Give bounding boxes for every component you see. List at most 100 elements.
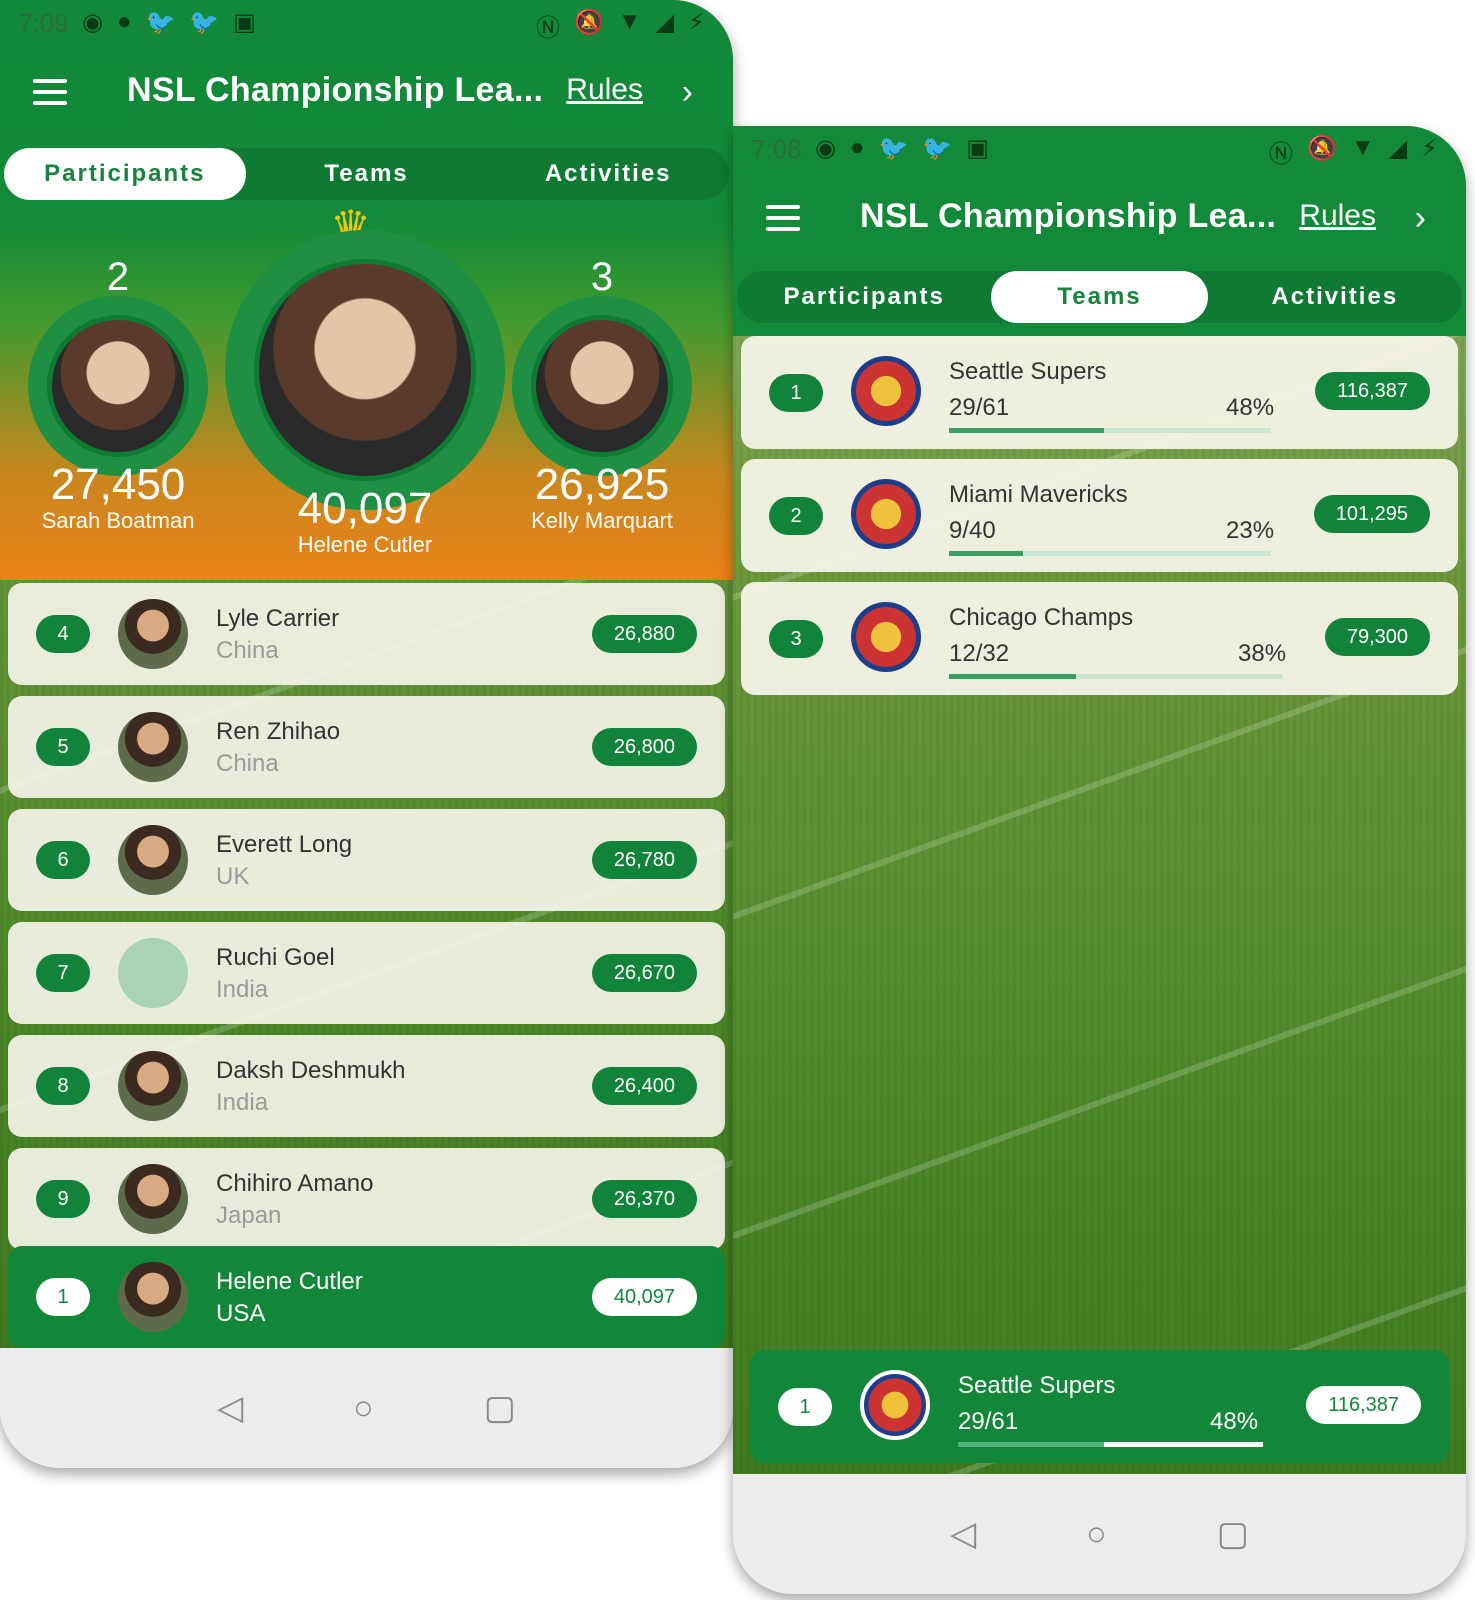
participant-country: UK: [216, 863, 250, 890]
rules-link[interactable]: Rules: [1299, 199, 1376, 233]
rules-link[interactable]: Rules: [566, 73, 643, 107]
list-item[interactable]: 7 Ruchi Goel India 26,670: [8, 922, 725, 1024]
tab-bar: Participants Teams Activities: [4, 148, 729, 200]
recents-icon[interactable]: ▢: [1217, 1514, 1249, 1554]
media-icon: ◉: [82, 9, 103, 36]
tab-activities[interactable]: Activities: [1208, 271, 1462, 323]
avatar: [118, 1164, 188, 1234]
podium-second[interactable]: 2 27,450 Sarah Boatman: [28, 255, 208, 534]
battery-icon: ⚡: [1421, 135, 1438, 162]
tab-teams[interactable]: Teams: [246, 148, 488, 200]
nfc-icon: Ⓝ: [1269, 141, 1294, 168]
tab-participants[interactable]: Participants: [4, 148, 246, 200]
signal-icon: ◢: [655, 9, 675, 36]
chevron-right-icon[interactable]: ›: [682, 73, 693, 112]
team-row[interactable]: 3 Chicago Champs 12/32 38% 79,300: [741, 582, 1458, 695]
score-badge: 116,387: [1306, 1386, 1421, 1424]
podium-rank: 3: [590, 255, 614, 299]
system-icons: Ⓝ 🔕 ▼ ◢ ⚡: [536, 8, 705, 43]
battery-icon: ⚡: [688, 9, 705, 36]
team-progress-bar: [949, 428, 1271, 433]
participant-country: India: [216, 976, 269, 1003]
avatar: [531, 315, 673, 457]
participant-name: Ruchi Goel: [216, 944, 335, 971]
team-logo-icon: [860, 1370, 930, 1440]
back-icon[interactable]: ◁: [217, 1388, 243, 1428]
back-icon[interactable]: ◁: [950, 1514, 976, 1554]
rank-badge: 5: [36, 728, 90, 766]
score-badge: 26,780: [591, 841, 697, 879]
rank-badge: 1: [769, 374, 823, 412]
menu-icon[interactable]: [33, 79, 67, 105]
rank-badge: 4: [36, 615, 90, 653]
tab-participants[interactable]: Participants: [737, 271, 991, 323]
score-badge: 26,370: [591, 1180, 697, 1218]
avatar: [118, 1051, 188, 1121]
podium-third[interactable]: 3 26,925 Kelly Marquart: [512, 255, 692, 534]
avatar: [47, 315, 189, 457]
page-title: NSL Championship Lea...: [860, 197, 1277, 235]
team-logo-icon: [851, 602, 921, 672]
nfc-icon: Ⓝ: [536, 15, 561, 42]
notification-icons: ◉ ● 🐦 🐦 ▣: [82, 8, 256, 37]
home-icon[interactable]: ○: [1086, 1515, 1107, 1554]
avatar: [118, 825, 188, 895]
list-item[interactable]: 8 Daksh Deshmukh India 26,400: [8, 1035, 725, 1137]
phone-teams: 7:08 ◉ ● 🐦 🐦 ▣ Ⓝ 🔕 ▼ ◢ ⚡ NSL Championshi…: [733, 126, 1466, 1594]
rank-badge: 8: [36, 1067, 90, 1105]
system-nav-bar: ◁ ○ ▢: [733, 1474, 1466, 1594]
rank-badge: 6: [36, 841, 90, 879]
podium-name: Sarah Boatman: [41, 508, 195, 533]
team-progress-bar: [949, 551, 1271, 556]
team-row[interactable]: 2 Miami Mavericks 9/40 23% 101,295: [741, 459, 1458, 572]
participant-name: Everett Long: [216, 831, 353, 858]
participant-country: China: [216, 750, 279, 777]
avatar-placeholder-icon: [118, 938, 188, 1008]
avatar: [254, 259, 476, 481]
linkedin-icon: ▣: [966, 135, 989, 162]
home-icon[interactable]: ○: [353, 1389, 374, 1428]
participant-country: Japan: [216, 1202, 282, 1229]
podium-name: Helene Cutler: [297, 532, 433, 557]
tab-activities[interactable]: Activities: [487, 148, 729, 200]
team-progress-count: 9/40: [949, 517, 996, 544]
my-team-row[interactable]: 1 Seattle Supers 29/61 48% 116,387: [750, 1350, 1449, 1463]
app-bar: NSL Championship Lea... Rules ›: [0, 55, 733, 130]
tab-bar: Participants Teams Activities: [737, 271, 1462, 323]
rank-badge: 3: [769, 620, 823, 658]
rank-badge: 1: [778, 1388, 832, 1426]
team-progress-count: 12/32: [949, 640, 1010, 667]
team-logo-icon: [851, 356, 921, 426]
participant-country: India: [216, 1089, 269, 1116]
list-item[interactable]: 6 Everett Long UK 26,780: [8, 809, 725, 911]
team-name: Seattle Supers: [958, 1372, 1116, 1399]
podium-first[interactable]: 40,097 Helene Cutler: [225, 230, 505, 558]
list-item[interactable]: 9 Chihiro Amano Japan 26,370: [8, 1148, 725, 1250]
recents-icon[interactable]: ▢: [484, 1388, 516, 1428]
mute-icon: 🔕: [1307, 135, 1337, 162]
list-item[interactable]: 5 Ren Zhihao China 26,800: [8, 696, 725, 798]
chat-icon: ●: [116, 8, 132, 35]
score-badge: 79,300: [1324, 618, 1430, 656]
notification-icons: ◉ ● 🐦 🐦 ▣: [815, 134, 989, 163]
team-progress-count: 29/61: [949, 394, 1010, 421]
menu-icon[interactable]: [766, 205, 800, 231]
mute-icon: 🔕: [574, 9, 604, 36]
tab-teams[interactable]: Teams: [991, 271, 1208, 323]
team-progress-bar: [958, 1442, 1263, 1447]
rank-badge: 2: [769, 497, 823, 535]
wifi-icon: ▼: [1350, 134, 1375, 161]
status-bar: 7:09 ◉ ● 🐦 🐦 ▣ Ⓝ 🔕 ▼ ◢ ⚡: [0, 0, 733, 48]
list-item[interactable]: 4 Lyle Carrier China 26,880: [8, 583, 725, 685]
chevron-right-icon[interactable]: ›: [1415, 199, 1426, 238]
team-list: 1 Seattle Supers 29/61 48% 116,387 2 Mia…: [741, 336, 1458, 705]
team-progress-percent: 48%: [1226, 394, 1275, 421]
podium: ♛ 2 27,450 Sarah Boatman 40,097 Helene C…: [0, 200, 733, 580]
twitter-icon: 🐦: [145, 9, 176, 36]
score-badge: 40,097: [591, 1278, 697, 1316]
my-rank-row[interactable]: 1 Helene Cutler USA 40,097: [8, 1246, 725, 1348]
score-badge: 26,670: [591, 954, 697, 992]
rank-badge: 1: [36, 1278, 90, 1316]
team-row[interactable]: 1 Seattle Supers 29/61 48% 116,387: [741, 336, 1458, 449]
phone-participants: 7:09 ◉ ● 🐦 🐦 ▣ Ⓝ 🔕 ▼ ◢ ⚡ NSL Championshi…: [0, 0, 733, 1468]
